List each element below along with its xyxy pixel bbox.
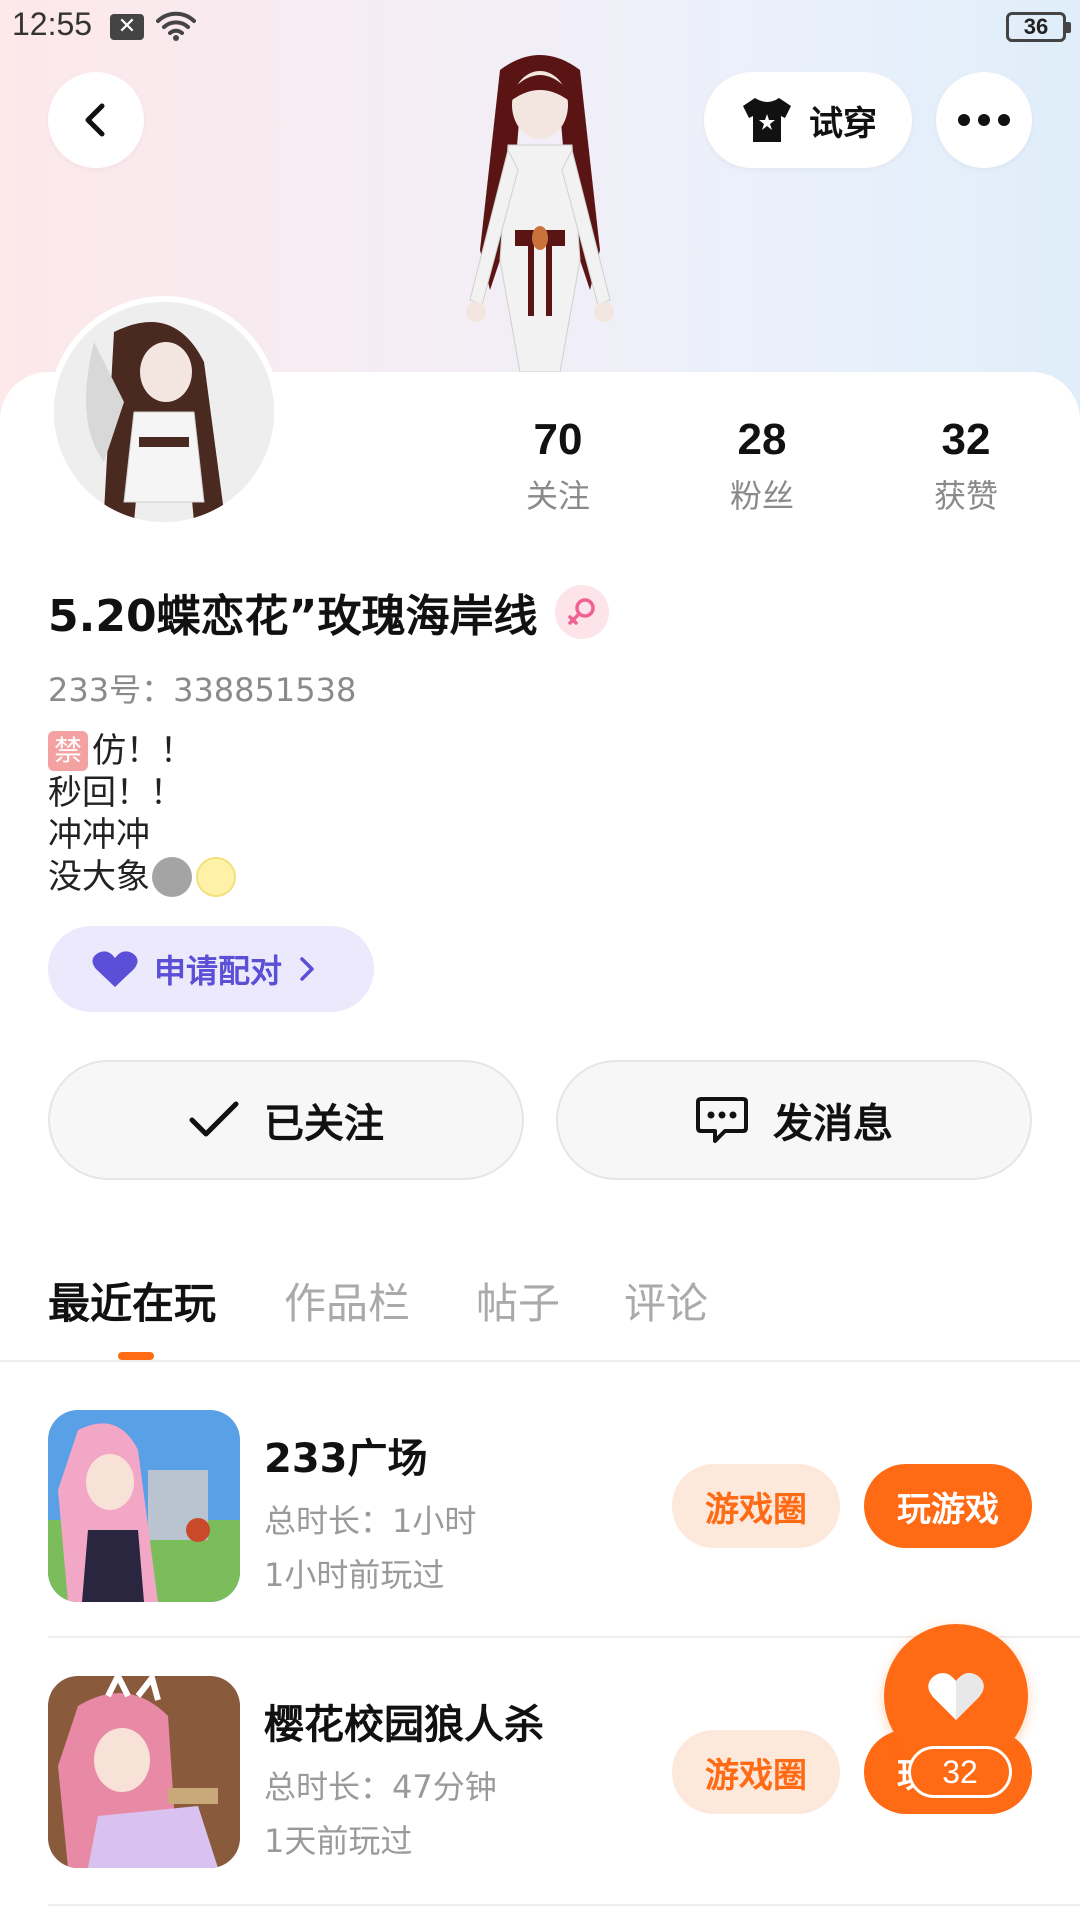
wifi-icon — [156, 11, 196, 41]
followed-label: 已关注 — [264, 1101, 384, 1147]
stat-likes-value: 32 — [941, 415, 991, 464]
bio: 禁 仿！！ 秒回！！ 冲冲冲 没大象 — [48, 730, 236, 898]
status-time: 12:55 — [12, 6, 93, 42]
divider — [48, 1904, 1080, 1906]
try-on-label: 试穿 — [809, 103, 877, 144]
stat-following[interactable]: 70 关注 — [478, 415, 638, 517]
prohibited-badge: 禁 — [48, 731, 88, 771]
username: 5.20蝶恋花”玫瑰海岸线 — [48, 591, 538, 642]
game-icon[interactable] — [48, 1410, 240, 1602]
game-title: 樱花校园狼人杀 — [264, 1702, 544, 1748]
avatar-3d-figure — [466, 55, 614, 372]
send-message-button[interactable]: 发消息 — [556, 1060, 1032, 1180]
back-button[interactable] — [48, 72, 144, 168]
smile-emoji-icon — [196, 857, 236, 897]
apply-pair-label: 申请配对 — [154, 952, 283, 990]
user-id: 233号：338851538 — [48, 671, 357, 709]
game-last-played: 1小时前玩过 — [264, 1556, 445, 1594]
send-message-label: 发消息 — [773, 1101, 893, 1147]
bio-text: 仿！！ — [92, 731, 194, 771]
game-icon[interactable] — [48, 1676, 240, 1868]
tab-comments[interactable]: 评论 — [624, 1270, 708, 1331]
female-gender-icon — [555, 585, 610, 639]
game-circle-button[interactable]: 游戏圈 — [672, 1464, 840, 1548]
game-duration: 总时长：1小时 — [264, 1502, 477, 1540]
bio-line: 秒回！！ — [48, 772, 236, 814]
notification-muted-icon: ✕ — [110, 14, 144, 40]
chat-bubble-icon — [696, 1097, 748, 1143]
bio-line: 冲冲冲 — [48, 814, 236, 856]
stat-fans-value: 28 — [737, 415, 787, 464]
heart-icon — [928, 1672, 984, 1720]
status-bar: 12:55 ✕ 36 — [0, 0, 1080, 56]
tshirt-icon — [743, 98, 791, 142]
play-game-button[interactable]: 玩游戏 — [864, 1464, 1032, 1548]
more-options-button[interactable] — [936, 72, 1032, 168]
tab-posts[interactable]: 帖子 — [476, 1270, 560, 1331]
avatar[interactable] — [48, 296, 280, 528]
profile-tabs: 最近在玩 作品栏 帖子 评论 — [0, 1260, 1080, 1360]
chevron-right-icon — [300, 957, 314, 981]
list-item[interactable]: 233广场 总时长：1小时 1小时前玩过 游戏圈 玩游戏 — [48, 1410, 1080, 1610]
bio-text: 没大象 — [48, 857, 150, 897]
game-last-played: 1天前玩过 — [264, 1822, 413, 1860]
stat-following-label: 关注 — [525, 477, 590, 515]
try-on-button[interactable]: 试穿 — [704, 72, 912, 168]
game-duration: 总时长：47分钟 — [264, 1768, 497, 1806]
stat-fans-label: 粉丝 — [729, 477, 794, 515]
bio-text: 秒回！！ — [48, 773, 184, 813]
stat-following-value: 70 — [533, 415, 583, 464]
apply-pair-button[interactable]: 申请配对 — [48, 926, 374, 1012]
like-count-badge: 32 — [908, 1746, 1012, 1798]
moon-face-emoji-icon — [152, 857, 192, 897]
more-dots-icon — [958, 114, 970, 126]
more-dot — [978, 114, 990, 126]
bio-line: 没大象 — [48, 856, 236, 898]
bio-line: 禁 仿！！ — [48, 730, 236, 772]
divider — [0, 1360, 1080, 1362]
username-row: 5.20蝶恋花”玫瑰海岸线 — [48, 580, 610, 644]
heart-icon — [92, 951, 138, 987]
chevron-left-icon — [85, 103, 105, 137]
stat-likes-label: 获赞 — [933, 477, 998, 515]
avatar-image — [54, 302, 274, 522]
stat-likes[interactable]: 32 获赞 — [886, 415, 1046, 517]
tab-recent-played[interactable]: 最近在玩 — [48, 1270, 216, 1331]
bio-text: 冲冲冲 — [48, 815, 150, 855]
stat-fans[interactable]: 28 粉丝 — [682, 415, 842, 517]
battery-icon: 36 — [1006, 12, 1071, 42]
followed-button[interactable]: 已关注 — [48, 1060, 524, 1180]
check-icon — [189, 1101, 239, 1137]
active-tab-indicator — [118, 1352, 154, 1360]
tab-works[interactable]: 作品栏 — [284, 1270, 410, 1331]
game-title: 233广场 — [264, 1436, 428, 1482]
more-dot — [998, 114, 1010, 126]
game-circle-button[interactable]: 游戏圈 — [672, 1730, 840, 1814]
